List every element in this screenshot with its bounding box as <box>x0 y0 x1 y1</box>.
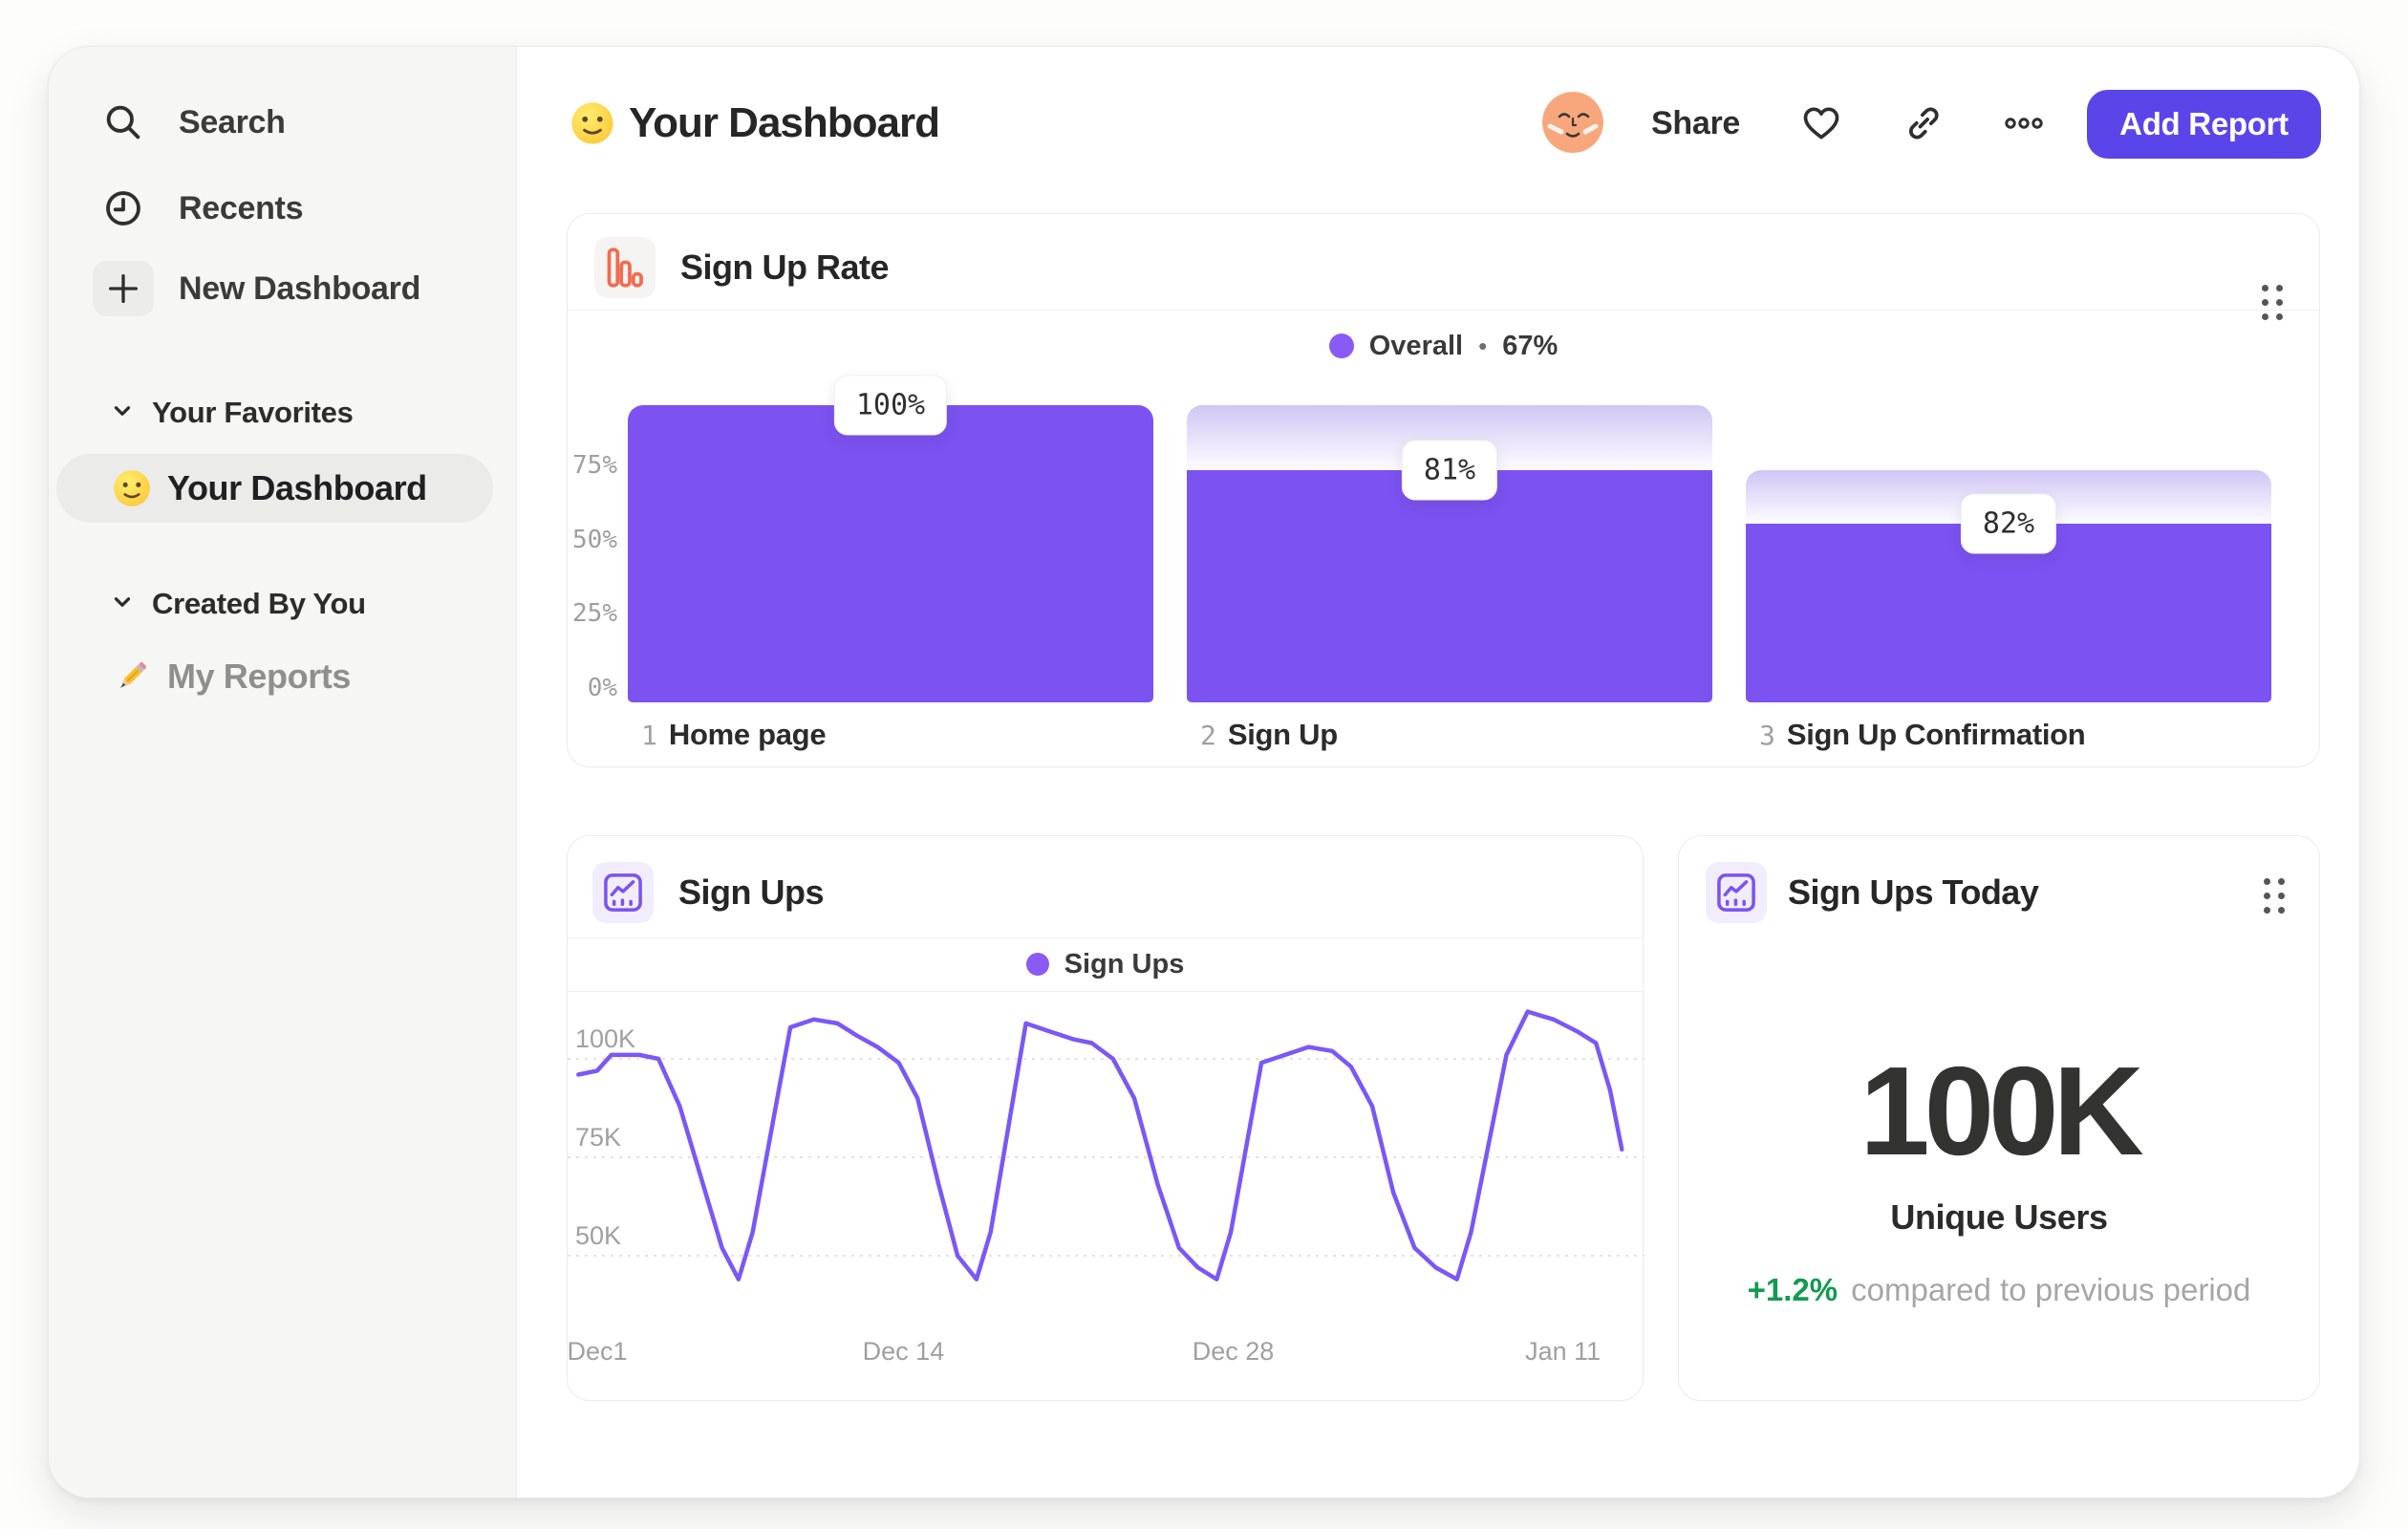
clock-icon <box>93 181 154 236</box>
search-icon <box>93 95 154 150</box>
card-sign-ups: Sign Ups Sign Ups 100K 75K 50K Dec1 Dec … <box>567 835 1645 1401</box>
funnel-bars-icon <box>594 237 656 298</box>
card-title: Sign Ups Today <box>1788 872 2039 912</box>
y-axis-tick: 50% <box>572 525 617 554</box>
conversion-value-badge: 100% <box>833 375 948 436</box>
section-title: Created By You <box>152 587 366 620</box>
metric-value: 100K <box>1860 1041 2144 1181</box>
x-axis-tick: Jan 11 <box>1525 1337 1602 1366</box>
sidebar-item-new-dashboard[interactable]: New Dashboard <box>93 258 420 319</box>
x-axis-tick: Dec1 <box>567 1337 628 1366</box>
sidebar-item-search[interactable]: Search <box>93 92 286 153</box>
app-window: Search Recents New Dashboard Your Favori… <box>48 46 2360 1498</box>
legend-series-name: Overall <box>1368 330 1464 361</box>
x-axis-tick: Dec 14 <box>862 1337 945 1366</box>
step-name: Home page <box>668 718 827 751</box>
avatar <box>1542 92 1603 153</box>
smiley-emoji-icon <box>570 100 615 146</box>
y-axis-tick: 100K <box>575 1024 636 1053</box>
conversion-value-badge: 82% <box>1960 493 2057 554</box>
sidebar-item-label: Your Dashboard <box>167 468 427 507</box>
legend-series-name: Sign Ups <box>1064 948 1185 980</box>
legend-overall[interactable]: Overall • 67% <box>568 323 2319 369</box>
sidebar-item-recents[interactable]: Recents <box>93 178 303 239</box>
funnel-step-label: 1 Home page <box>641 718 827 752</box>
step-name: Sign Up Confirmation <box>1786 718 2086 751</box>
card-sign-ups-today: Sign Ups Today 100K Unique Users +1.2% c… <box>1678 835 2320 1401</box>
legend-separator: • <box>1478 331 1488 360</box>
share-button[interactable]: Share <box>1651 100 1740 146</box>
favorite-heart-icon[interactable] <box>1800 102 1842 144</box>
funnel-bar-home-page <box>628 405 1153 702</box>
card-sign-up-rate: Sign Up Rate Overall • 67% 0% 25% 50% 75… <box>567 213 2320 767</box>
conversion-value-badge: 81% <box>1401 440 1498 501</box>
delta-value: +1.2% <box>1747 1272 1838 1307</box>
drag-handle-icon[interactable] <box>2262 285 2283 320</box>
sidebar-section-your-favorites[interactable]: Your Favorites <box>110 392 354 434</box>
step-number: 2 <box>1200 720 1216 751</box>
legend-dot <box>1025 953 1049 976</box>
y-axis-tick: 75% <box>572 450 617 480</box>
chevron-down-icon <box>110 398 135 428</box>
y-axis-tick: 75K <box>575 1123 622 1152</box>
step-name: Sign Up <box>1227 718 1338 751</box>
pencil-emoji-icon <box>112 657 152 697</box>
sidebar-item-label: My Reports <box>167 657 352 696</box>
legend-dot <box>1328 334 1354 358</box>
card-title: Sign Up Rate <box>680 248 890 287</box>
screen: Search Recents New Dashboard Your Favori… <box>0 0 2408 1529</box>
legend-sign-ups[interactable]: Sign Ups <box>568 937 1643 991</box>
sidebar-item-label: New Dashboard <box>179 269 421 307</box>
y-axis-tick: 50K <box>575 1221 622 1250</box>
x-axis-tick: Dec 28 <box>1192 1337 1275 1366</box>
sidebar-item-my-reports[interactable]: My Reports <box>112 650 351 703</box>
step-number: 3 <box>1759 720 1775 751</box>
section-title: Your Favorites <box>152 396 354 429</box>
drag-handle-icon[interactable] <box>2264 878 2285 914</box>
y-axis-tick: 25% <box>572 599 617 629</box>
card-title: Sign Ups <box>678 872 825 912</box>
smiley-emoji-icon <box>112 468 152 508</box>
chevron-down-icon <box>110 590 135 619</box>
sidebar-item-label: Search <box>179 103 286 140</box>
y-axis-tick: 0% <box>587 674 617 702</box>
metric-label: Unique Users <box>1890 1197 2108 1237</box>
funnel-step-label: 3 Sign Up Confirmation <box>1759 718 2086 752</box>
plus-icon <box>93 261 154 316</box>
funnel-step-label: 2 Sign Up <box>1200 718 1338 752</box>
sidebar-item-label: Recents <box>179 189 304 226</box>
add-report-button[interactable]: Add Report <box>2087 90 2321 159</box>
metric-delta-row: +1.2% compared to previous period <box>1679 1272 2319 1308</box>
line-chart-icon <box>592 862 654 923</box>
page-title: Your Dashboard <box>570 99 940 146</box>
sidebar: Search Recents New Dashboard Your Favori… <box>49 47 517 1497</box>
delta-note: compared to previous period <box>1851 1272 2251 1307</box>
step-number: 1 <box>641 720 657 751</box>
sidebar-item-your-dashboard[interactable]: Your Dashboard <box>56 454 493 523</box>
card-header-divider <box>568 310 2319 311</box>
line-chart-icon <box>1706 862 1767 923</box>
sidebar-section-created-by-you[interactable]: Created By You <box>110 583 366 625</box>
legend-series-value: 67% <box>1502 330 1559 361</box>
legend-bottom-divider <box>568 991 1643 992</box>
copy-link-icon[interactable] <box>1903 102 1945 144</box>
more-options-icon[interactable] <box>2003 102 2045 144</box>
page-title-text: Your Dashboard <box>629 99 940 146</box>
